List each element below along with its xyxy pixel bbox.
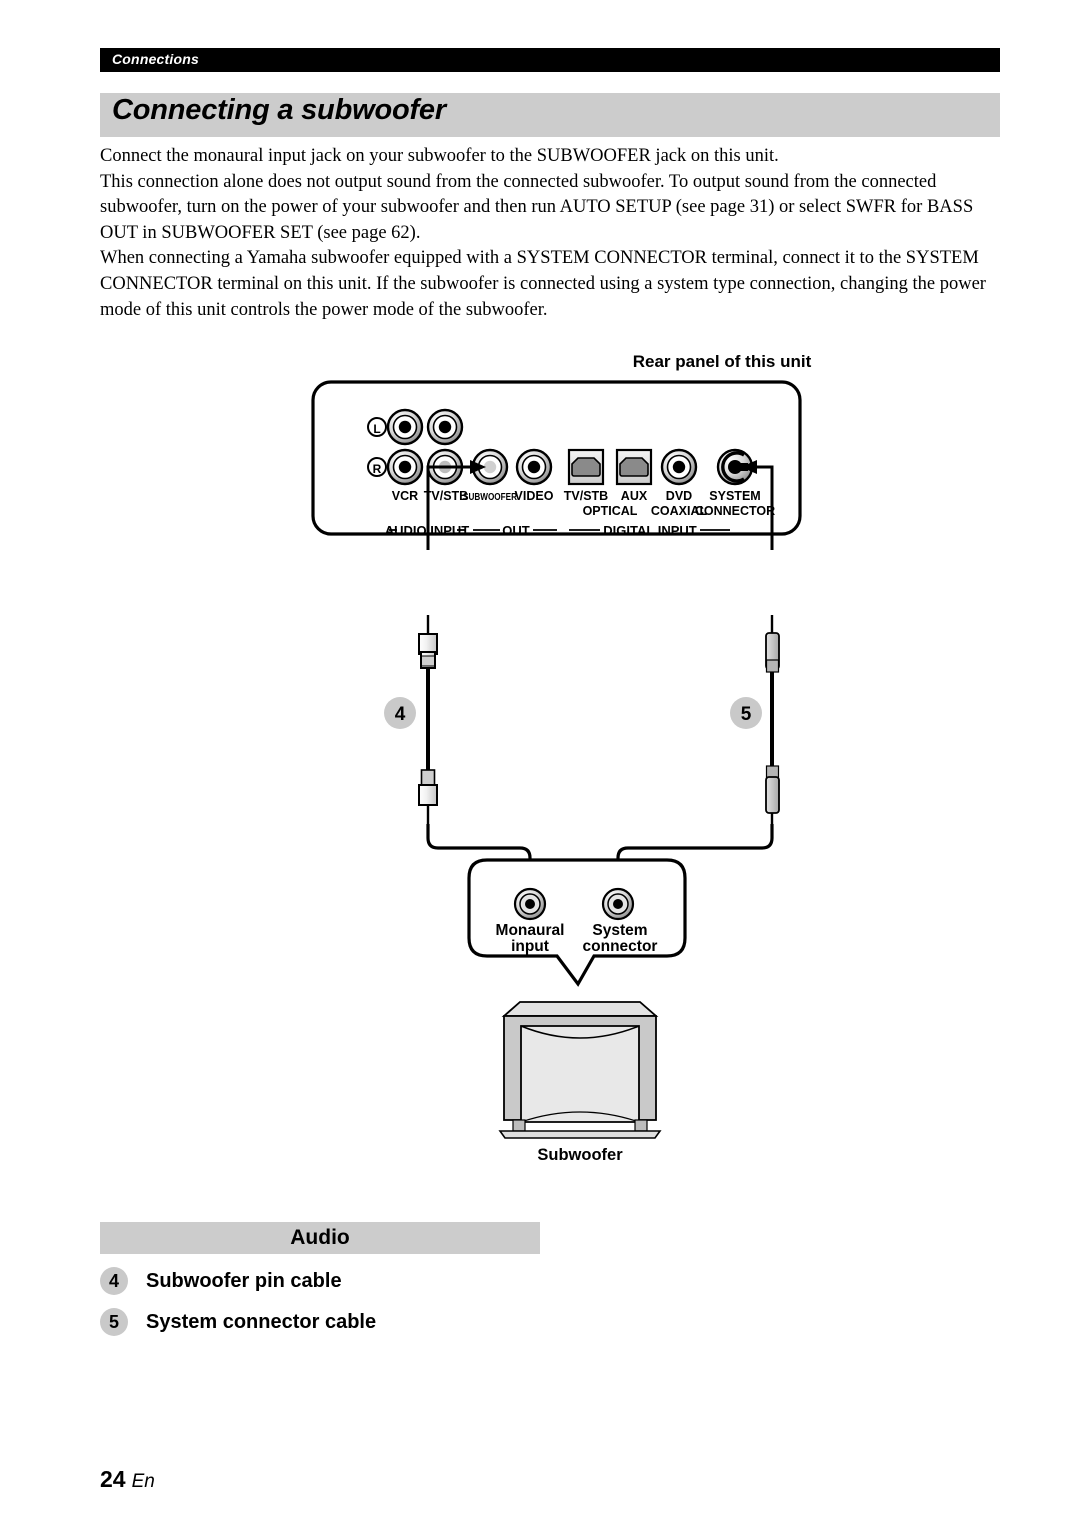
legend-item-4: 4 Subwoofer pin cable <box>100 1267 540 1295</box>
jack-label-dvd: DVD <box>666 489 692 503</box>
intro-paragraph-1: Connect the monaural input jack on your … <box>100 146 779 166</box>
legend-heading: Audio <box>100 1222 540 1254</box>
page-title: Connecting a subwoofer <box>112 94 446 126</box>
intro-paragraph-3: When connecting a Yamaha subwoofer equip… <box>100 248 986 320</box>
cable-5-system-connector <box>765 615 780 824</box>
jack-label-tvstb-optical: TV/STB <box>564 489 608 503</box>
subwoofer-monaural-input-label-line1: Monaural <box>496 922 565 939</box>
svg-text:R: R <box>373 462 382 476</box>
svg-text:4: 4 <box>395 704 406 725</box>
jack-sublabel-connector: CONNECTOR <box>695 504 775 518</box>
intro-paragraph-2: This connection alone does not output so… <box>100 171 974 243</box>
legend-label-4: Subwoofer pin cable <box>146 1269 342 1292</box>
legend-number-4: 4 <box>100 1267 128 1295</box>
section-header-label: Connections <box>112 51 199 67</box>
jack-label-vcr: VCR <box>392 489 418 503</box>
cable-4-subwoofer-pin <box>418 615 438 824</box>
jack-vcr-right[interactable] <box>386 448 424 486</box>
jack-video-out[interactable] <box>515 448 553 486</box>
legend-label-5: System connector cable <box>146 1310 377 1333</box>
page-footer: 24 En <box>100 1466 155 1493</box>
svg-text:DIGITAL INPUT: DIGITAL INPUT <box>603 523 696 538</box>
jack-optical-aux[interactable] <box>615 448 653 486</box>
subwoofer-system-connector-label-line2: connector <box>583 938 658 955</box>
jack-sublabel-optical: OPTICAL <box>583 504 638 518</box>
cable-legend: Audio 4 Subwoofer pin cable 5 System con… <box>100 1222 540 1336</box>
jack-label-tvstb-audio: TV/STB <box>424 489 468 503</box>
legend-number-5: 5 <box>100 1308 128 1336</box>
page-number: 24 <box>100 1466 126 1492</box>
intro-text: Connect the monaural input jack on your … <box>100 144 1006 323</box>
svg-text:L: L <box>373 422 380 436</box>
jack-coaxial-dvd[interactable] <box>660 448 698 486</box>
legend-item-5: 5 System connector cable <box>100 1308 540 1336</box>
svg-text:OUT: OUT <box>502 523 530 538</box>
callout-cable-5: 5 <box>730 697 762 729</box>
subwoofer-illustration <box>498 1001 662 1139</box>
jack-vcr-left[interactable] <box>386 408 424 446</box>
jack-label-subwoofer: SUBWOOFER <box>463 492 518 503</box>
connection-diagram: Rear panel of this unit L R VCR TV/STB S… <box>0 330 1080 1180</box>
rear-panel-caption: Rear panel of this unit <box>633 352 812 371</box>
channel-indicator-left: L <box>367 417 387 437</box>
subwoofer-monaural-input-label-line2: input <box>511 938 549 955</box>
subwoofer-monaural-input-jack[interactable] <box>513 887 547 921</box>
svg-text:5: 5 <box>741 704 752 725</box>
channel-indicator-right: R <box>367 457 387 477</box>
page-language: En <box>131 1471 155 1492</box>
subwoofer-system-connector-label-line1: System <box>592 922 647 939</box>
jack-label-system: SYSTEM <box>709 489 760 503</box>
section-header-bar: Connections <box>100 48 1000 72</box>
subwoofer-system-connector-jack[interactable] <box>601 887 635 921</box>
jack-optical-tvstb[interactable] <box>567 448 605 486</box>
page-title-bar: Connecting a subwoofer <box>100 93 1000 137</box>
callout-cable-4: 4 <box>384 697 416 729</box>
jack-tvstb-left[interactable] <box>426 408 464 446</box>
jack-label-video: VIDEO <box>515 489 554 503</box>
subwoofer-caption: Subwoofer <box>537 1146 623 1164</box>
jack-label-aux: AUX <box>621 489 648 503</box>
